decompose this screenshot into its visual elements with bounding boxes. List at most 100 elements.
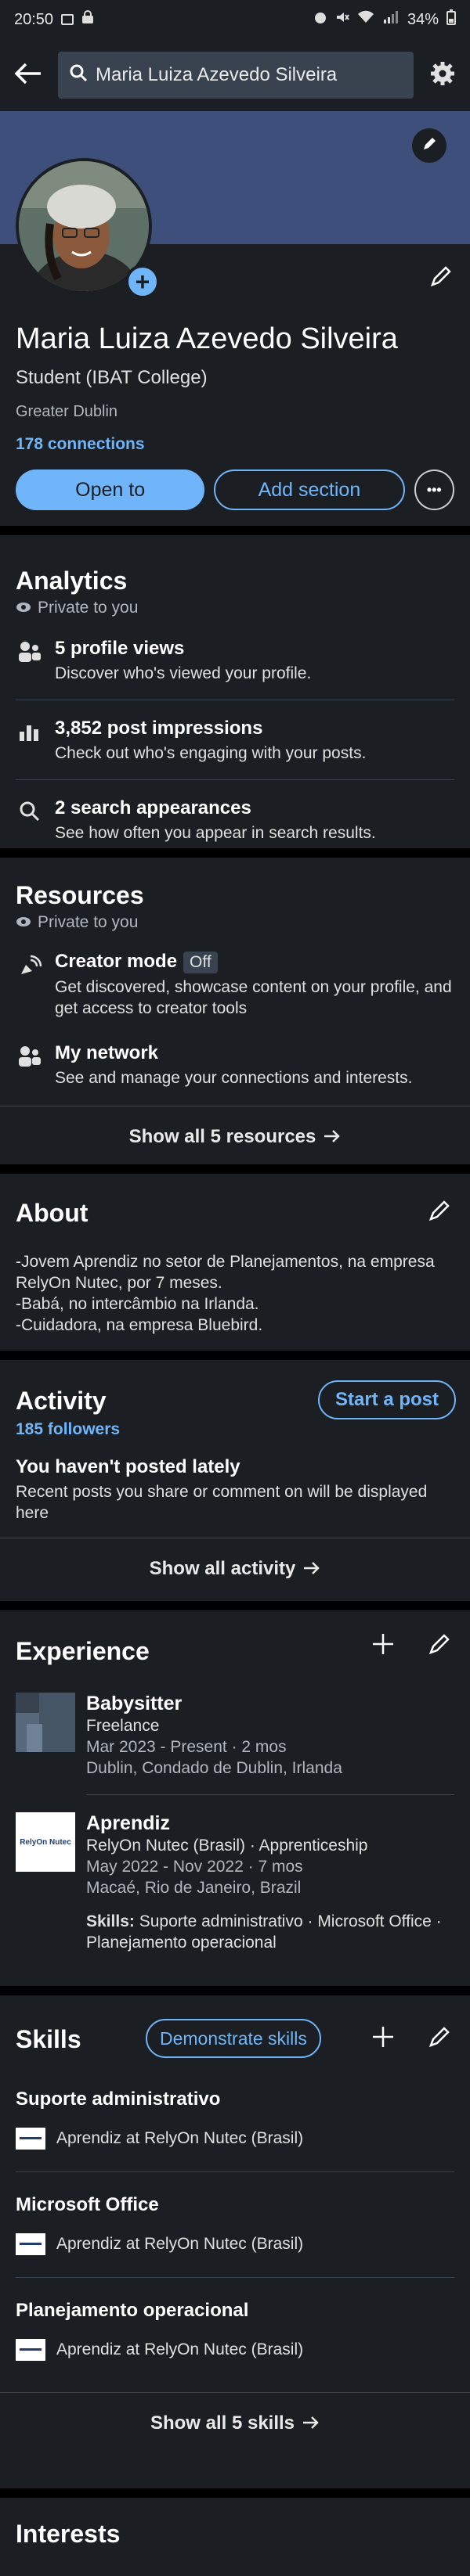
lock-icon [81, 10, 94, 29]
connections-link[interactable]: 178 connections [0, 435, 470, 454]
experience-dates: May 2022 - Nov 2022 · 7 mos [86, 1858, 303, 1876]
activity-empty-desc: Recent posts you share or comment on wil… [16, 1483, 428, 1522]
edit-profile-pencil-icon[interactable] [429, 264, 453, 292]
alarm-icon [313, 10, 327, 29]
analytics-item-profile-views[interactable]: 5 profile views Discover who's viewed you… [0, 638, 470, 684]
arrow-right-icon [302, 2412, 320, 2434]
edit-about-pencil-icon[interactable] [428, 1199, 451, 1226]
back-arrow-icon[interactable] [14, 62, 42, 89]
experience-company: Freelance [86, 1717, 160, 1735]
status-bar: 20:50 34% [0, 0, 470, 39]
analytics-item-search-appearances[interactable]: 2 search appearances See how often you ap… [0, 797, 470, 844]
my-network-title: My network [55, 1042, 159, 1063]
relyon-nutec-logo: RelyOn Nutec [16, 1812, 75, 1872]
about-line: -Jovem Aprendiz no setor de Planejamento… [16, 1253, 435, 1271]
gallery-icon [61, 14, 74, 25]
experience-company: RelyOn Nutec (Brasil) · Apprenticeship [86, 1837, 368, 1855]
private-label: Private to you [38, 913, 139, 931]
about-line: RelyOn Nutec, por 7 meses. [16, 1274, 222, 1292]
analytics-section: Analytics Private to you 5 profile views… [0, 535, 470, 848]
skill-item[interactable]: Microsoft Office Aprendiz at RelyOn Nute… [0, 2194, 470, 2255]
settings-gear-icon[interactable] [429, 60, 456, 91]
start-post-button[interactable]: Start a post [317, 1380, 456, 1419]
experience-dates: Mar 2023 - Present · 2 mos [86, 1738, 287, 1756]
experience-skills: Skills: Suporte administrativo · Microso… [86, 1911, 454, 1953]
edit-experience-pencil-icon[interactable] [428, 1632, 451, 1660]
skill-name: Planejamento operacional [16, 2300, 249, 2321]
open-to-button[interactable]: Open to [16, 470, 205, 510]
add-section-button[interactable]: Add section [214, 470, 405, 510]
relyon-nutec-logo [16, 2339, 45, 2361]
people-icon [18, 641, 42, 684]
show-all-activity-button[interactable]: Show all activity [0, 1538, 470, 1599]
resource-my-network[interactable]: My network See and manage your connectio… [0, 1042, 470, 1088]
analytics-item-title: 2 search appearances [55, 797, 251, 818]
top-app-bar: Maria Luiza Azevedo Silveira [0, 39, 470, 111]
experience-title: Experience [16, 1637, 150, 1665]
my-network-desc: See and manage your connections and inte… [55, 1069, 413, 1087]
analytics-item-title: 5 profile views [55, 638, 185, 659]
profile-headline: Student (IBAT College) [16, 367, 208, 388]
creator-mode-title: Creator mode [55, 951, 178, 972]
activity-empty-title: You haven't posted lately [16, 1456, 240, 1477]
edit-skills-pencil-icon[interactable] [428, 2025, 451, 2053]
people-icon [18, 1045, 42, 1088]
skills-label: Skills: [86, 1912, 135, 1930]
experience-location: Macaé, Rio de Janeiro, Brazil [86, 1879, 302, 1897]
resources-title: Resources [16, 881, 144, 909]
add-experience-plus-icon[interactable] [371, 1632, 395, 1660]
demonstrate-skills-button[interactable]: Demonstrate skills [146, 2019, 321, 2058]
eye-icon [16, 599, 31, 617]
profile-location: Greater Dublin [16, 403, 118, 420]
experience-item-aprendiz[interactable]: RelyOn Nutec Aprendiz RelyOn Nutec (Bras… [0, 1812, 470, 1953]
analytics-item-desc: Check out who's engaging with your posts… [55, 744, 367, 762]
experience-location: Dublin, Condado de Dublin, Irlanda [86, 1759, 342, 1777]
wifi-icon [357, 10, 374, 29]
analytics-item-title: 3,852 post impressions [55, 718, 263, 739]
show-all-resources-label: Show all 5 resources [128, 1126, 316, 1147]
search-icon [69, 63, 88, 88]
signal-icon [382, 10, 400, 29]
show-all-skills-label: Show all 5 skills [150, 2412, 295, 2434]
skill-context: Aprendiz at RelyOn Nutec (Brasil) [56, 2340, 304, 2358]
interests-section: Interests [0, 2498, 470, 2576]
pencil-icon [421, 136, 437, 156]
show-all-skills-button[interactable]: Show all 5 skills [0, 2393, 470, 2454]
experience-item-babysitter[interactable]: Babysitter Freelance Mar 2023 - Present … [0, 1693, 470, 1779]
bar-chart-icon [18, 721, 42, 764]
profile-card: + Maria Luiza Azevedo Silveira Student (… [0, 111, 470, 526]
about-section: About -Jovem Aprendiz no setor de Planej… [0, 1174, 470, 1351]
analytics-item-post-impressions[interactable]: 3,852 post impressions Check out who's en… [0, 718, 470, 764]
resources-section: Resources Private to you Creator mode Off… [0, 858, 470, 1164]
skill-context: Aprendiz at RelyOn Nutec (Brasil) [56, 2235, 304, 2253]
private-label: Private to you [38, 599, 139, 617]
mute-icon [335, 10, 349, 29]
show-all-resources-button[interactable]: Show all 5 resources [0, 1106, 470, 1167]
satellite-dish-icon [18, 954, 42, 1019]
profile-name: Maria Luiza Azevedo Silveira [16, 322, 398, 355]
show-all-activity-label: Show all activity [149, 1558, 296, 1579]
about-line: -Babá, no intercâmbio na Irlanda. [16, 1295, 259, 1313]
analytics-title: Analytics [16, 567, 128, 595]
add-skill-plus-icon[interactable] [371, 2025, 395, 2053]
experience-title-text: Babysitter [86, 1693, 183, 1714]
skills-section: Skills Demonstrate skills Suporte admini… [0, 1995, 470, 2488]
analytics-private: Private to you [0, 595, 470, 617]
experience-section: Experience Babysitter Freelance Mar 2023… [0, 1610, 470, 1986]
resource-creator-mode[interactable]: Creator mode Off Get discovered, showcase… [0, 951, 470, 1019]
more-options-button[interactable]: ••• [414, 470, 454, 510]
skills-list: Suporte administrativo · Microsoft Offic… [86, 1912, 442, 1952]
arrow-right-icon [303, 1558, 320, 1580]
skill-item[interactable]: Planejamento operacional Aprendiz at Rel… [0, 2300, 470, 2361]
search-input[interactable]: Maria Luiza Azevedo Silveira [58, 52, 414, 99]
about-title: About [16, 1199, 89, 1227]
analytics-item-desc: Discover who's viewed your profile. [55, 664, 312, 682]
search-query: Maria Luiza Azevedo Silveira [96, 64, 338, 85]
battery-level: 34% [407, 10, 439, 28]
skill-item[interactable]: Suporte administrativo Aprendiz at RelyO… [0, 2089, 470, 2150]
edit-banner-button[interactable] [412, 128, 446, 163]
interests-title: Interests [16, 2520, 121, 2548]
eye-icon [16, 913, 31, 932]
relyon-nutec-logo-text: RelyOn Nutec [20, 1837, 71, 1847]
add-photo-button[interactable]: + [125, 264, 160, 299]
